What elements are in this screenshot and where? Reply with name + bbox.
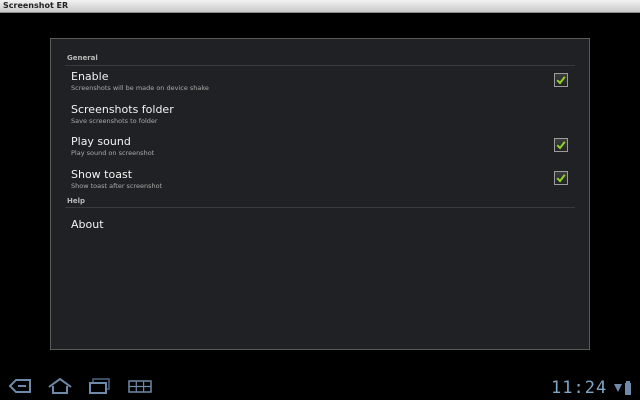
pref-play-sound[interactable]: Play sound Play sound on screenshot: [51, 135, 589, 167]
back-icon: [8, 379, 31, 393]
pref-summary: Play sound on screenshot: [71, 149, 155, 157]
pref-title: Enable: [71, 70, 109, 83]
pref-title: Show toast: [71, 168, 133, 181]
window-title-bar: Screenshot ER: [0, 0, 640, 13]
pref-enable[interactable]: Enable Screenshots will be made on devic…: [51, 70, 589, 102]
pref-title: Play sound: [71, 135, 131, 148]
pref-summary: Save screenshots to folder: [71, 117, 158, 125]
category-divider: [65, 65, 575, 66]
checkmark-icon: [556, 76, 566, 85]
checkmark-icon: [556, 174, 566, 183]
pref-title: About: [71, 218, 104, 231]
screenshot-menu-icon: [128, 380, 152, 393]
status-icons[interactable]: [612, 380, 634, 396]
pref-summary: Screenshots will be made on device shake: [71, 84, 209, 92]
screenshot-menu-button[interactable]: [126, 376, 154, 396]
preferences-panel: General Enable Screenshots will be made …: [50, 38, 590, 350]
enable-checkbox[interactable]: [554, 73, 568, 87]
pref-title: Screenshots folder: [71, 103, 174, 116]
checkmark-icon: [556, 141, 566, 150]
recent-apps-icon: [89, 378, 110, 394]
pref-screenshots-folder[interactable]: Screenshots folder Save screenshots to f…: [51, 103, 589, 135]
show-toast-checkbox[interactable]: [554, 171, 568, 185]
system-navigation-bar: [0, 372, 640, 400]
category-header-help: Help: [67, 197, 86, 205]
play-sound-checkbox[interactable]: [554, 138, 568, 152]
pref-about[interactable]: About: [51, 218, 589, 250]
battery-icon: [625, 381, 631, 395]
back-button[interactable]: [6, 376, 34, 396]
home-icon: [48, 377, 72, 394]
window-title: Screenshot ER: [3, 1, 69, 10]
category-divider: [65, 207, 575, 208]
pref-show-toast[interactable]: Show toast Show toast after screenshot: [51, 168, 589, 200]
home-button[interactable]: [46, 376, 74, 396]
recent-apps-button[interactable]: [86, 376, 114, 396]
pref-summary: Show toast after screenshot: [71, 182, 163, 190]
category-header-general: General: [67, 54, 98, 62]
status-clock[interactable]: 11:24: [551, 378, 607, 398]
